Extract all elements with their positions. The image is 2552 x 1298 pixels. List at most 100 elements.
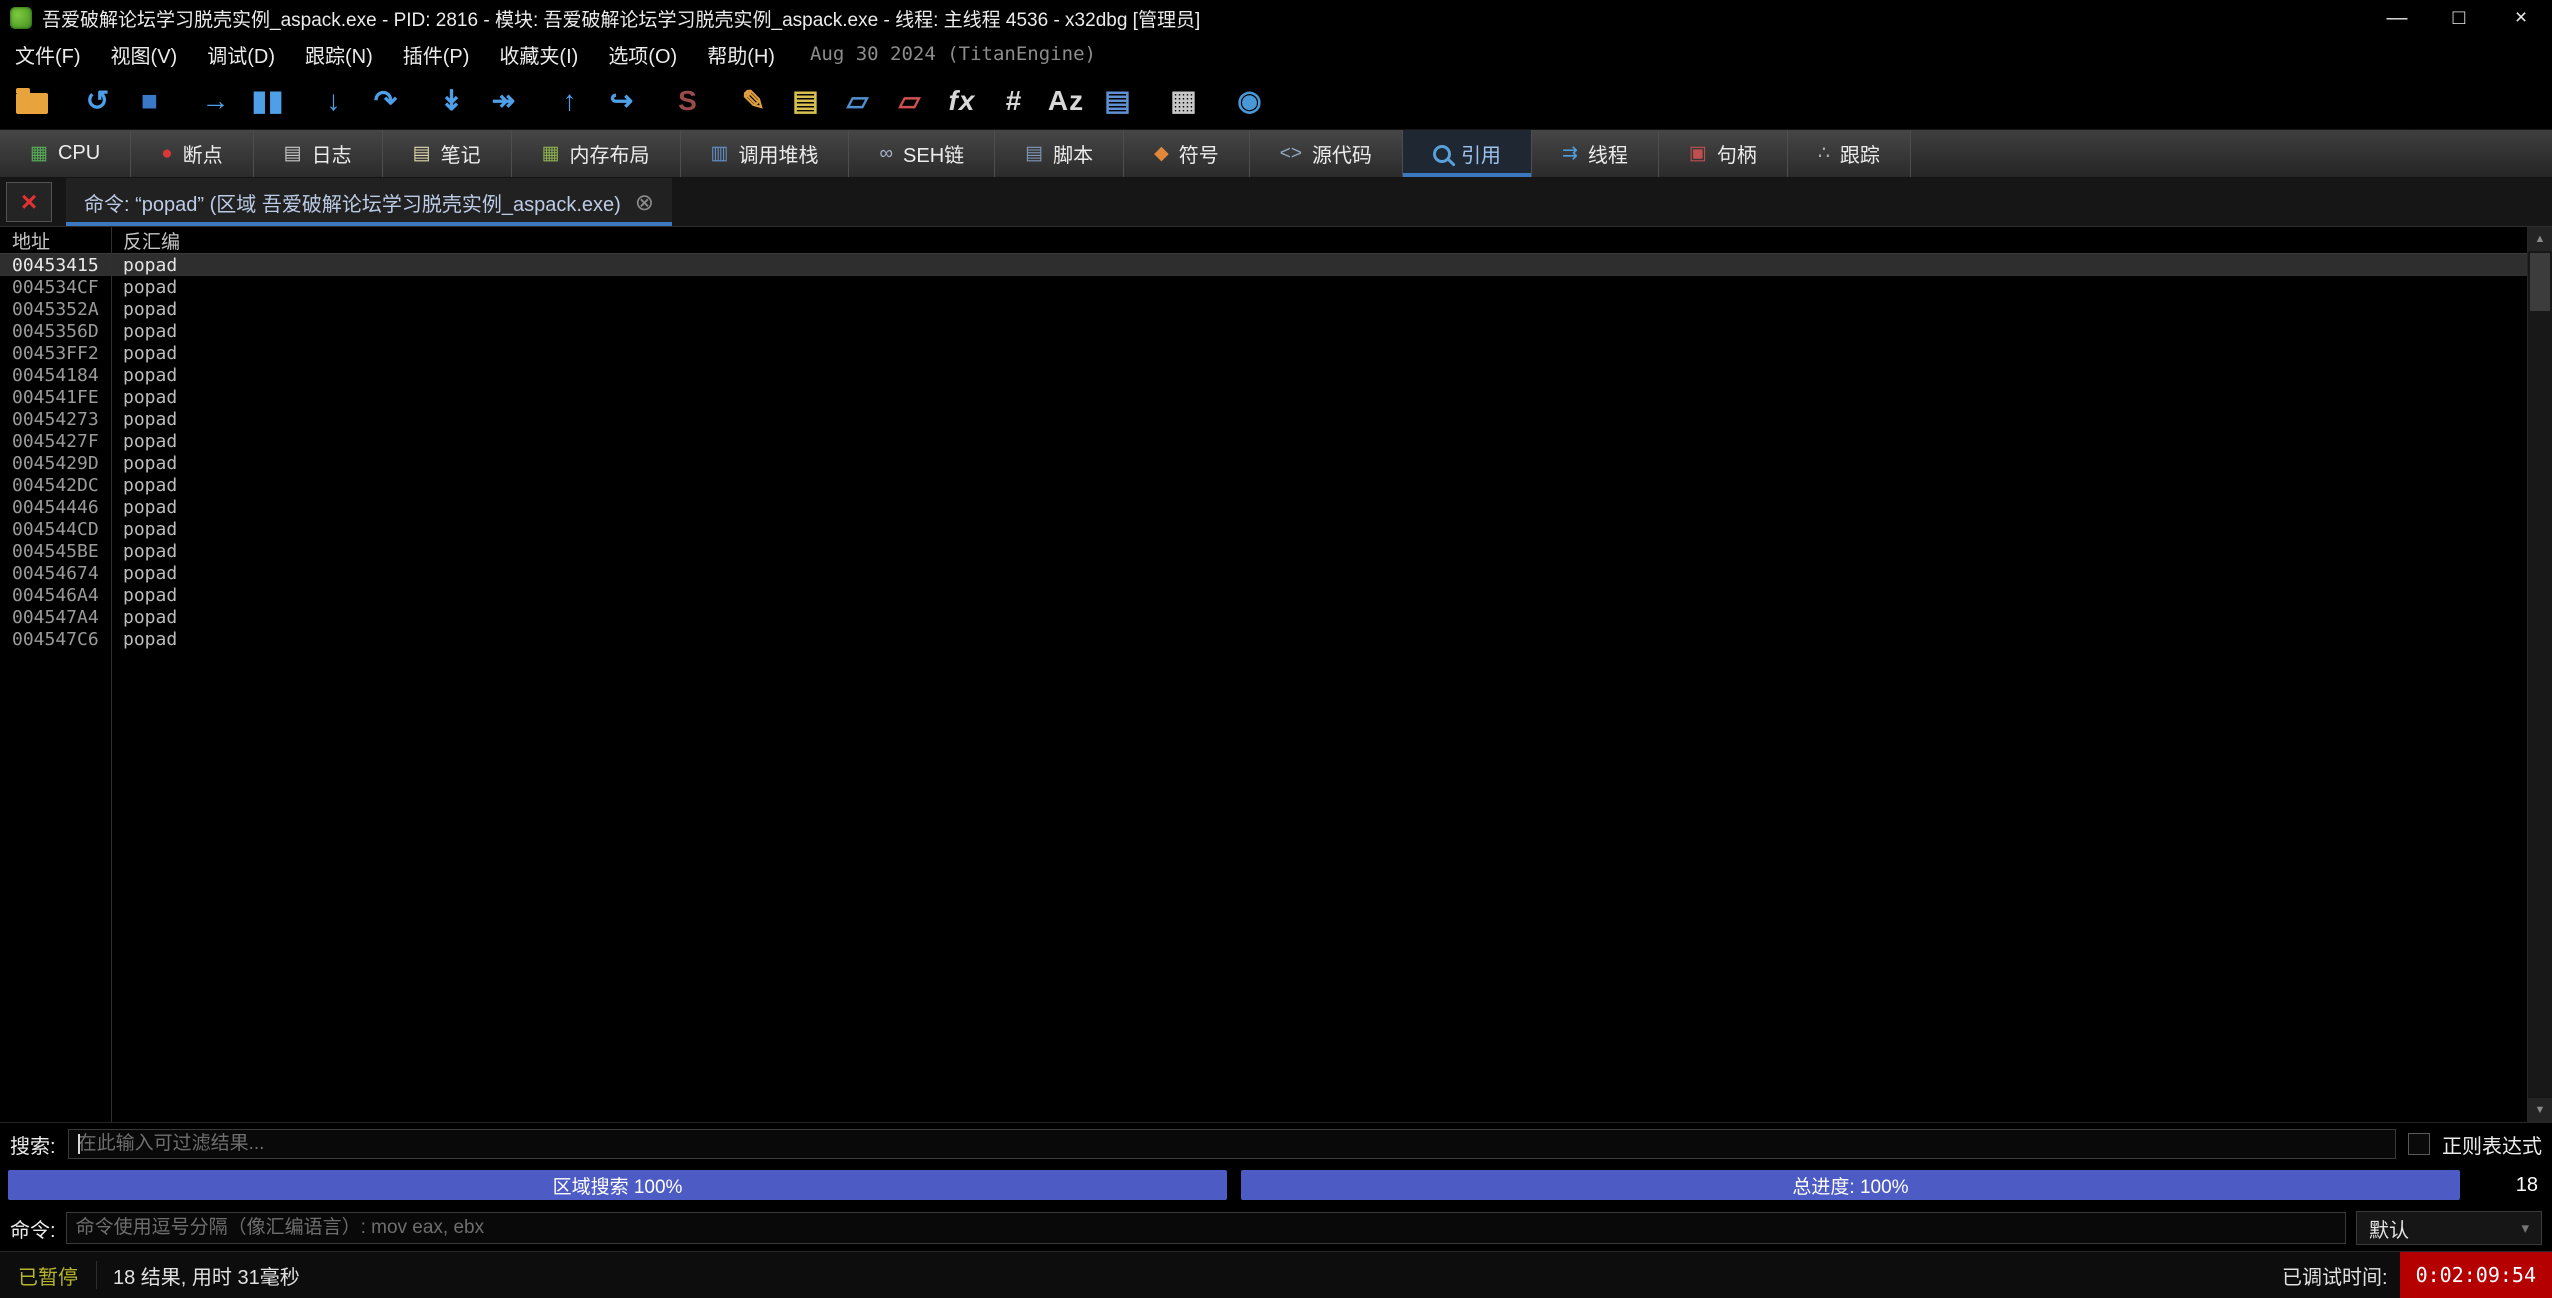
result-count: 18 [2474,1174,2544,1197]
text-caret [78,1134,80,1154]
result-row[interactable]: 00454674popad [0,562,2527,584]
search-input[interactable] [68,1129,2396,1159]
menu-plugins[interactable]: 插件(P) [388,36,485,72]
tab-threads[interactable]: ⇉线程 [1532,130,1659,177]
reference-tab[interactable]: 命令: “popad” (区域 吾爱破解论坛学习脱壳实例_aspack.exe)… [66,178,672,226]
address-cell: 004542DC [0,475,111,496]
address-cell: 004547C6 [0,629,111,650]
tab-breakpoints[interactable]: ●断点 [131,130,253,177]
disassembly-cell: popad [111,409,177,430]
maximize-button[interactable]: □ [2428,0,2490,36]
result-row[interactable]: 00454273popad [0,408,2527,430]
menu-options[interactable]: 选项(O) [593,36,692,72]
tab-cpu[interactable]: ▦CPU [0,130,131,177]
step-into-icon[interactable]: ↓ [308,78,360,124]
result-row[interactable]: 0045429Dpopad [0,452,2527,474]
command-input[interactable] [66,1212,2346,1244]
tab-references[interactable]: 引用 [1403,130,1532,177]
tab-script[interactable]: ▤脚本 [995,130,1124,177]
menu-favourites[interactable]: 收藏夹(I) [484,36,593,72]
tab-seh-chain[interactable]: ∞SEH链 [849,130,995,177]
chevron-down-icon: ▾ [2521,1219,2529,1237]
skip-exception-icon[interactable]: S [662,78,714,124]
close-results-button[interactable]: × [6,182,52,222]
tab-source[interactable]: <>源代码 [1250,130,1403,177]
tab-notes[interactable]: ▤笔记 [383,130,512,177]
pause-icon[interactable]: ▮▮ [242,78,294,124]
result-row[interactable]: 004544CDpopad [0,518,2527,540]
run-to-user-code-icon[interactable]: ↪ [596,78,648,124]
toolbar-separator [530,78,544,124]
globe-icon[interactable]: ◉ [1224,78,1276,124]
result-row[interactable]: 00454446popad [0,496,2527,518]
labels-icon[interactable]: ▱ [832,78,884,124]
step-over-icon[interactable]: ↷ [360,78,412,124]
tab-symbols[interactable]: ◆符号 [1124,130,1250,177]
minimize-button[interactable]: — [2366,0,2428,36]
toolbar-separator [58,78,72,124]
result-row[interactable]: 004547C6popad [0,628,2527,650]
tab-close-icon[interactable]: ⊗ [635,191,654,214]
execute-till-return-icon[interactable]: ↑ [544,78,596,124]
cpu-icon: ▦ [30,144,48,163]
result-row[interactable]: 004546A4popad [0,584,2527,606]
menu-file[interactable]: 文件(F) [0,36,96,72]
menu-view[interactable]: 视图(V) [96,36,193,72]
result-row[interactable]: 004545BEpopad [0,540,2527,562]
tab-handles[interactable]: ▣句柄 [1659,130,1788,177]
regex-checkbox[interactable] [2408,1133,2430,1155]
result-row[interactable]: 004547A4popad [0,606,2527,628]
command-profile-select[interactable]: 默认 ▾ [2356,1211,2542,1245]
close-button[interactable]: × [2490,0,2552,36]
result-row[interactable]: 004542DCpopad [0,474,2527,496]
tab-log[interactable]: ▤日志 [254,130,383,177]
column-header-disassembly[interactable]: 反汇编 [111,227,180,254]
scroll-down-icon[interactable]: ▼ [2528,1098,2552,1122]
run-icon[interactable]: → [190,78,242,124]
address-cell: 004546A4 [0,585,111,606]
menu-trace[interactable]: 跟踪(N) [290,36,388,72]
symbols-icon: ◆ [1154,144,1169,163]
trace-over-icon[interactable]: ↠ [478,78,530,124]
font-settings-icon[interactable]: Az [1040,78,1092,124]
open-file-icon[interactable] [6,78,58,124]
seh-chain-icon: ∞ [879,144,893,163]
disassembly-cell: popad [111,431,177,452]
stop-icon[interactable]: ■ [124,78,176,124]
result-row[interactable]: 00454184popad [0,364,2527,386]
disassembly-cell: popad [111,541,177,562]
column-header-address[interactable]: 地址 [0,227,111,254]
result-row[interactable]: 0045356Dpopad [0,320,2527,342]
result-row[interactable]: 00453FF2popad [0,342,2527,364]
hash-icon[interactable]: # [988,78,1040,124]
address-cell: 0045427F [0,431,111,452]
menu-help[interactable]: 帮助(H) [692,36,790,72]
assemble-icon[interactable]: ✎ [728,78,780,124]
result-row[interactable]: 0045427Fpopad [0,430,2527,452]
tab-trace[interactable]: ∴跟踪 [1788,130,1911,177]
column-separator[interactable] [111,227,112,1122]
scroll-thumb[interactable] [2530,253,2550,311]
restart-icon[interactable]: ↺ [72,78,124,124]
bookmarks-icon[interactable]: ▱ [884,78,936,124]
scroll-up-icon[interactable]: ▲ [2528,227,2552,251]
memory-map-icon: ▦ [542,144,560,163]
region-progress-bar: 区域搜索 100% [8,1170,1227,1200]
result-row[interactable]: 004541FEpopad [0,386,2527,408]
toolbar: ↺■→▮▮↓↷↡↠↑↪S✎▤▱▱fx#Az▤▦◉ [0,72,2552,129]
result-row[interactable]: 00453415popad [0,254,2527,276]
tab-memory-map[interactable]: ▦内存布局 [512,130,681,177]
tab-call-stack[interactable]: ▥调用堆栈 [681,130,850,177]
log-page-icon[interactable]: ▤ [1092,78,1144,124]
patches-icon[interactable]: ▤ [780,78,832,124]
menu-debug[interactable]: 调试(D) [192,36,290,72]
vertical-scrollbar[interactable]: ▲ ▼ [2527,227,2552,1122]
result-row[interactable]: 004534CFpopad [0,276,2527,298]
calculator-icon[interactable]: ▦ [1158,78,1210,124]
result-row[interactable]: 0045352Apopad [0,298,2527,320]
trace-icon: ∴ [1818,144,1830,163]
trace-into-icon[interactable]: ↡ [426,78,478,124]
reference-tab-label: 命令: “popad” (区域 吾爱破解论坛学习脱壳实例_aspack.exe) [84,188,621,217]
fx-icon[interactable]: fx [936,78,988,124]
disassembly-cell: popad [111,387,177,408]
